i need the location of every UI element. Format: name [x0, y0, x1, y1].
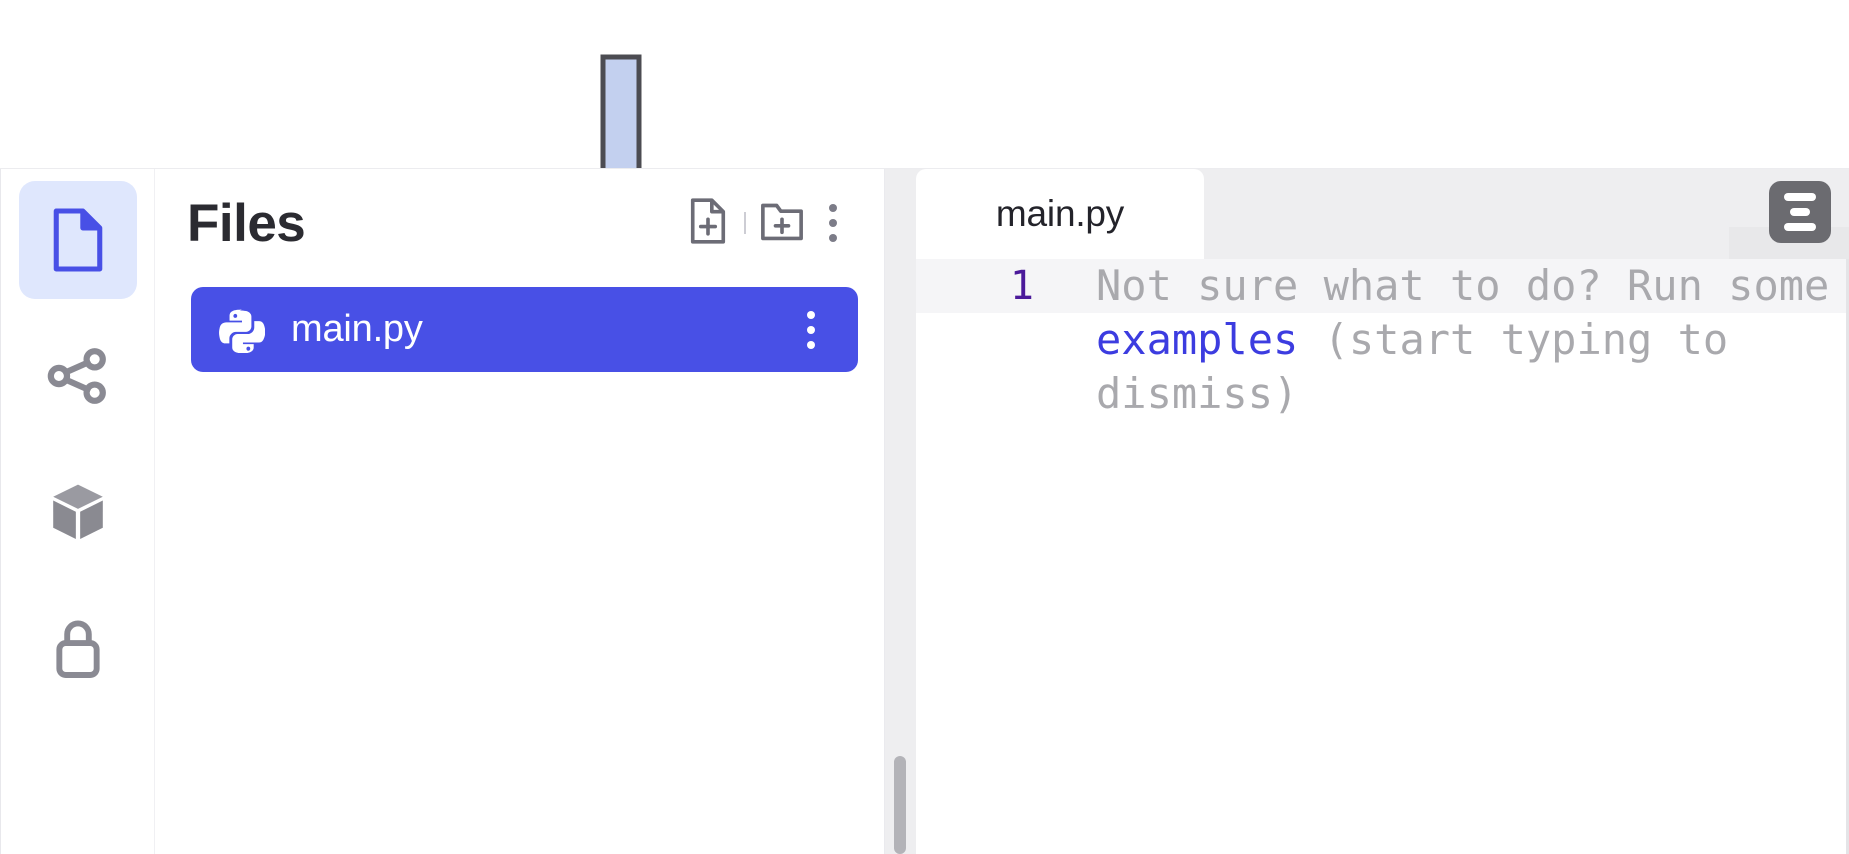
list-item-main-py[interactable]: main.py	[191, 287, 858, 372]
scrollbar-thumb[interactable]	[894, 756, 906, 854]
lock-icon	[51, 616, 105, 680]
kebab-dot	[829, 204, 837, 212]
format-lines-icon	[1784, 223, 1816, 231]
kebab-dot	[807, 340, 815, 349]
files-more-button[interactable]	[810, 195, 856, 251]
kebab-dot	[807, 310, 815, 319]
editor-placeholder-text: Not sure what to do? Run some examples (…	[1096, 259, 1843, 421]
actions-divider	[744, 212, 746, 234]
editor-format-button[interactable]	[1769, 181, 1831, 243]
python-icon	[219, 307, 266, 354]
kebab-dot	[829, 219, 837, 227]
files-panel-header: Files	[155, 169, 884, 277]
sidebar-item-secrets[interactable]	[19, 589, 137, 707]
sidebar-item-version-control[interactable]	[19, 317, 137, 435]
page-title: Files	[187, 193, 306, 253]
sidebar-icon-rail	[0, 169, 155, 854]
kebab-dot	[807, 325, 815, 334]
ide-window: Files main.py main.py 1 Not sure what to…	[0, 168, 1849, 854]
placeholder-prefix: Not sure what to do? Run some	[1096, 261, 1830, 310]
sidebar-item-files[interactable]	[18, 181, 137, 299]
editor-tab-bar: main.py	[916, 169, 1849, 259]
editor-area: main.py 1 Not sure what to do? Run some …	[885, 169, 1849, 854]
new-folder-button[interactable]	[754, 195, 810, 251]
file-item-more-button[interactable]	[788, 302, 834, 358]
tab-main-py[interactable]: main.py	[916, 169, 1204, 259]
new-folder-icon	[759, 199, 805, 248]
file-list: main.py	[155, 277, 884, 372]
new-file-icon	[687, 197, 729, 250]
format-lines-icon	[1784, 193, 1816, 201]
package-icon	[49, 481, 107, 543]
editor-vertical-scrollbar[interactable]	[885, 169, 916, 854]
new-file-button[interactable]	[680, 195, 736, 251]
format-lines-icon	[1790, 208, 1810, 216]
editor-pane: main.py 1 Not sure what to do? Run some …	[916, 169, 1849, 854]
line-number-1: 1	[1009, 263, 1034, 309]
list-item-label: main.py	[291, 308, 423, 350]
code-editor[interactable]: 1 Not sure what to do? Run some examples…	[916, 259, 1849, 854]
sidebar-item-packages[interactable]	[19, 453, 137, 571]
files-panel-actions	[680, 195, 856, 251]
screenshot-root: Files main.py main.py 1 Not sure what to…	[0, 0, 1849, 854]
files-panel: Files main.py	[155, 169, 885, 854]
kebab-dot	[829, 234, 837, 242]
file-icon	[49, 205, 107, 275]
share-icon	[47, 347, 109, 405]
examples-link[interactable]: examples	[1096, 315, 1298, 364]
